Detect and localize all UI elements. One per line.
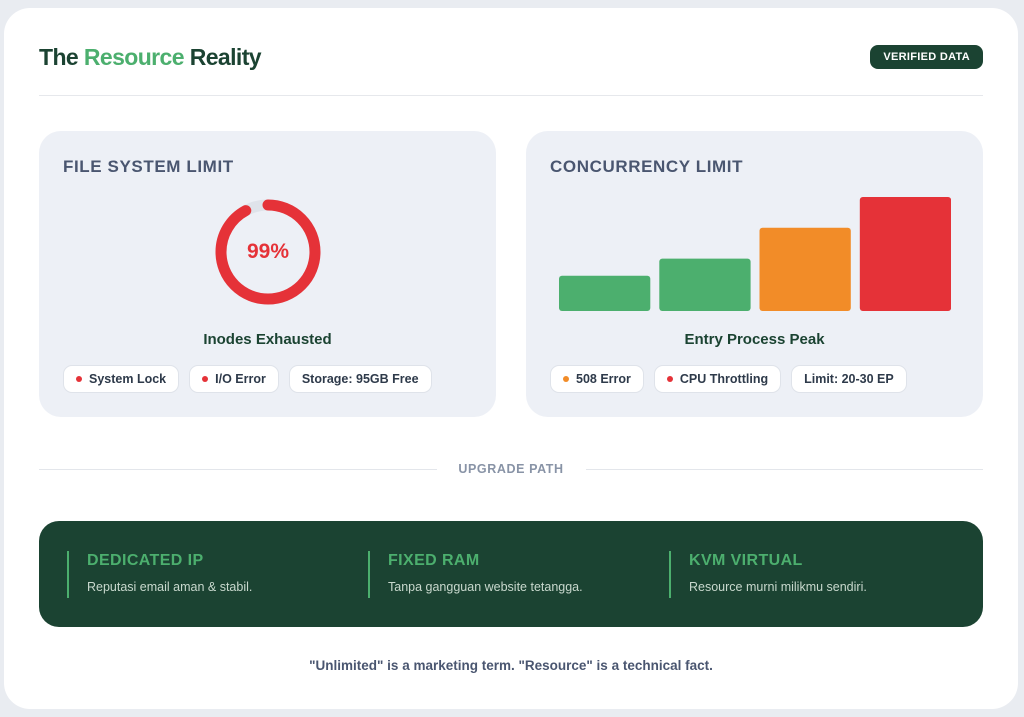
feature-desc: Reputasi email aman & stabil. bbox=[87, 580, 253, 594]
ep-bar-4 bbox=[859, 197, 951, 311]
orange-dot-icon bbox=[563, 376, 569, 382]
file-system-title: FILE SYSTEM LIMIT bbox=[63, 157, 234, 176]
concurrency-title: CONCURRENCY LIMIT bbox=[550, 157, 744, 176]
title-accent: Resource bbox=[83, 44, 185, 70]
header: The Resource Reality VERIFIED DATA bbox=[39, 44, 983, 96]
file-system-chips: System Lock I/O Error Storage: 95GB Free bbox=[63, 365, 432, 393]
feature-title: KVM VIRTUAL bbox=[689, 552, 803, 569]
concurrency-panel: CONCURRENCY LIMIT Entry Process Peak 508… bbox=[526, 131, 983, 417]
chip-storage: Storage: 95GB Free bbox=[288, 365, 432, 393]
chip-ep-limit: Limit: 20-30 EP bbox=[791, 365, 907, 393]
red-dot-icon bbox=[76, 376, 82, 382]
chip-label: 508 Error bbox=[576, 371, 631, 386]
resource-card: The Resource Reality VERIFIED DATA FILE … bbox=[4, 8, 1018, 709]
feature-title: DEDICATED IP bbox=[87, 552, 204, 569]
chip-label: System Lock bbox=[89, 371, 167, 386]
red-dot-icon bbox=[666, 376, 673, 382]
title-end: Reality bbox=[189, 44, 262, 70]
chip-label: Storage: 95GB Free bbox=[301, 371, 419, 386]
chip-label: CPU Throttling bbox=[679, 371, 769, 386]
concurrency-chips: 508 Error CPU Throttling Limit: 20-30 EP bbox=[550, 365, 907, 393]
red-dot-icon bbox=[202, 376, 209, 382]
file-system-panel: FILE SYSTEM LIMIT 99% Inodes Exhausted S… bbox=[39, 131, 496, 417]
feature-kvm-virtual: KVM VIRTUAL Resource murni milikmu sendi… bbox=[669, 551, 939, 598]
entry-process-label: Entry Process Peak bbox=[684, 331, 825, 348]
gauge-value: 99% bbox=[246, 240, 290, 263]
feature-desc: Resource murni milikmu sendiri. bbox=[689, 580, 867, 594]
divider-line-right bbox=[586, 469, 983, 470]
ep-bar-1 bbox=[559, 275, 651, 311]
feature-dedicated-ip: DEDICATED IP Reputasi email aman & stabi… bbox=[67, 551, 337, 598]
ep-bar-2 bbox=[659, 258, 751, 311]
chip-io-error: I/O Error bbox=[189, 365, 279, 393]
entry-process-bars bbox=[559, 197, 951, 311]
inodes-label: Inodes Exhausted bbox=[203, 331, 332, 348]
feature-desc: Tanpa gangguan website tetangga. bbox=[388, 580, 583, 594]
chip-system-lock: System Lock bbox=[63, 365, 180, 393]
footer-quote: "Unlimited" is a marketing term. "Resour… bbox=[309, 658, 713, 673]
feature-title: FIXED RAM bbox=[388, 552, 480, 569]
chip-label: Limit: 20-30 EP bbox=[804, 371, 894, 386]
chip-cpu-throttling: CPU Throttling bbox=[653, 365, 782, 393]
verified-badge: VERIFIED DATA bbox=[870, 45, 983, 69]
upgrade-divider: UPGRADE PATH bbox=[39, 462, 983, 478]
chip-508-error: 508 Error bbox=[550, 365, 644, 393]
page-title: The Resource Reality bbox=[39, 44, 262, 71]
title-start: The bbox=[39, 44, 79, 70]
ep-bar-3 bbox=[759, 227, 851, 311]
chip-label: I/O Error bbox=[215, 371, 266, 386]
feature-fixed-ram: FIXED RAM Tanpa gangguan website tetangg… bbox=[368, 551, 638, 598]
upgrade-features: DEDICATED IP Reputasi email aman & stabi… bbox=[39, 521, 983, 627]
